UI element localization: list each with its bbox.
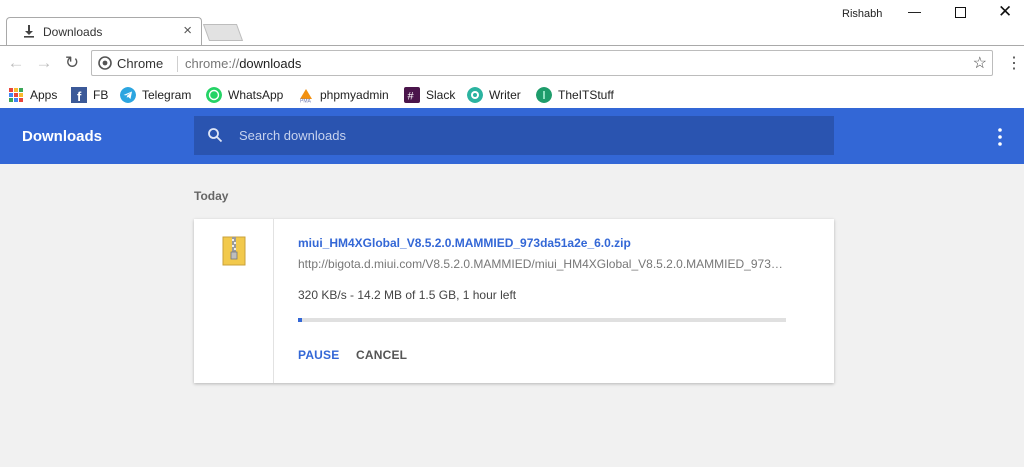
- address-bar[interactable]: Chrome chrome://downloads ☆: [91, 50, 993, 76]
- pause-button[interactable]: PAUSE: [298, 348, 339, 362]
- more-options-icon[interactable]: [994, 127, 1006, 147]
- browser-toolbar: ← → ↻ Chrome chrome://downloads ☆ ⋮: [0, 46, 1024, 82]
- title-bar: Downloads × Rishabh — ✕: [0, 0, 1024, 46]
- url-scheme: chrome://: [185, 56, 240, 71]
- apps-grid-icon: [9, 88, 23, 102]
- bookmark-whatsapp[interactable]: WhatsApp: [206, 85, 283, 105]
- bookmark-label: Telegram: [142, 88, 192, 102]
- cancel-button[interactable]: CANCEL: [356, 348, 407, 362]
- tab-close-icon[interactable]: ×: [183, 23, 192, 39]
- address-separator: [177, 56, 178, 72]
- download-icon-column: [194, 219, 274, 383]
- chrome-menu-button[interactable]: ⋮: [1006, 54, 1022, 74]
- phpmyadmin-icon: PMA: [300, 89, 312, 104]
- writer-icon: [467, 87, 483, 103]
- download-item: miui_HM4XGlobal_V8.5.2.0.MAMMIED_973da51…: [194, 219, 834, 383]
- slack-icon: #: [404, 87, 420, 103]
- svg-text:#: #: [408, 91, 415, 103]
- bookmark-fb[interactable]: f FB: [71, 85, 108, 105]
- bookmark-label: WhatsApp: [228, 88, 284, 102]
- download-icon: [24, 25, 34, 38]
- new-tab-button[interactable]: [202, 24, 244, 41]
- svg-text:f: f: [77, 89, 82, 103]
- maximize-button[interactable]: [955, 7, 966, 18]
- forward-button[interactable]: →: [34, 54, 54, 74]
- bookmark-label: Slack: [426, 88, 456, 102]
- back-button[interactable]: ←: [6, 54, 26, 74]
- bookmark-writer[interactable]: Writer: [467, 85, 521, 105]
- profile-name[interactable]: Rishabh: [842, 8, 882, 20]
- downloads-header: Downloads Search downloads: [0, 108, 1024, 164]
- site-label: Chrome: [117, 56, 164, 71]
- tab-title: Downloads: [43, 25, 103, 39]
- minimize-button[interactable]: —: [908, 4, 922, 19]
- download-status: 320 KB/s - 14.2 MB of 1.5 GB, 1 hour lef…: [298, 288, 517, 302]
- bookmark-label: Writer: [489, 88, 521, 102]
- search-downloads-input[interactable]: Search downloads: [194, 116, 834, 155]
- bookmark-slack[interactable]: # Slack: [404, 85, 455, 105]
- bookmark-star-icon[interactable]: ☆: [973, 53, 987, 73]
- download-progress-fill: [298, 318, 303, 322]
- download-file-name[interactable]: miui_HM4XGlobal_V8.5.2.0.MAMMIED_973da51…: [298, 236, 631, 250]
- bookmark-apps[interactable]: Apps: [8, 85, 57, 105]
- url-path: downloads: [239, 56, 302, 71]
- svg-text:PMA: PMA: [300, 99, 312, 104]
- zip-file-icon: [222, 236, 246, 266]
- telegram-icon: [120, 87, 136, 103]
- bookmark-label: TheITStuff: [558, 88, 614, 102]
- chrome-icon: [98, 56, 112, 70]
- close-window-button[interactable]: ✕: [998, 2, 1012, 22]
- bookmark-label: FB: [93, 88, 109, 102]
- download-progress-bar: [298, 318, 786, 322]
- bookmarks-bar: Apps f FB Telegram WhatsApp PMA phpmyadm…: [0, 82, 1024, 108]
- date-section-label: Today: [194, 189, 229, 203]
- search-icon: [208, 128, 223, 143]
- bookmark-phpmyadmin[interactable]: PMA phpmyadmin: [298, 85, 389, 105]
- bookmark-label: Apps: [30, 88, 58, 102]
- whatsapp-icon: [206, 87, 222, 103]
- search-placeholder: Search downloads: [239, 128, 346, 143]
- facebook-icon: f: [71, 87, 87, 103]
- download-source-url[interactable]: http://bigota.d.miui.com/V8.5.2.0.MAMMIE…: [298, 257, 788, 271]
- theitstuff-icon: [536, 87, 552, 103]
- bookmark-theitstuff[interactable]: TheITStuff: [536, 85, 614, 105]
- page-title: Downloads: [22, 128, 103, 145]
- url-text[interactable]: chrome://downloads: [185, 56, 301, 71]
- reload-button[interactable]: ↻: [62, 54, 82, 74]
- bookmark-telegram[interactable]: Telegram: [120, 85, 191, 105]
- bookmark-label: phpmyadmin: [320, 88, 389, 102]
- tab-downloads[interactable]: Downloads ×: [6, 17, 202, 46]
